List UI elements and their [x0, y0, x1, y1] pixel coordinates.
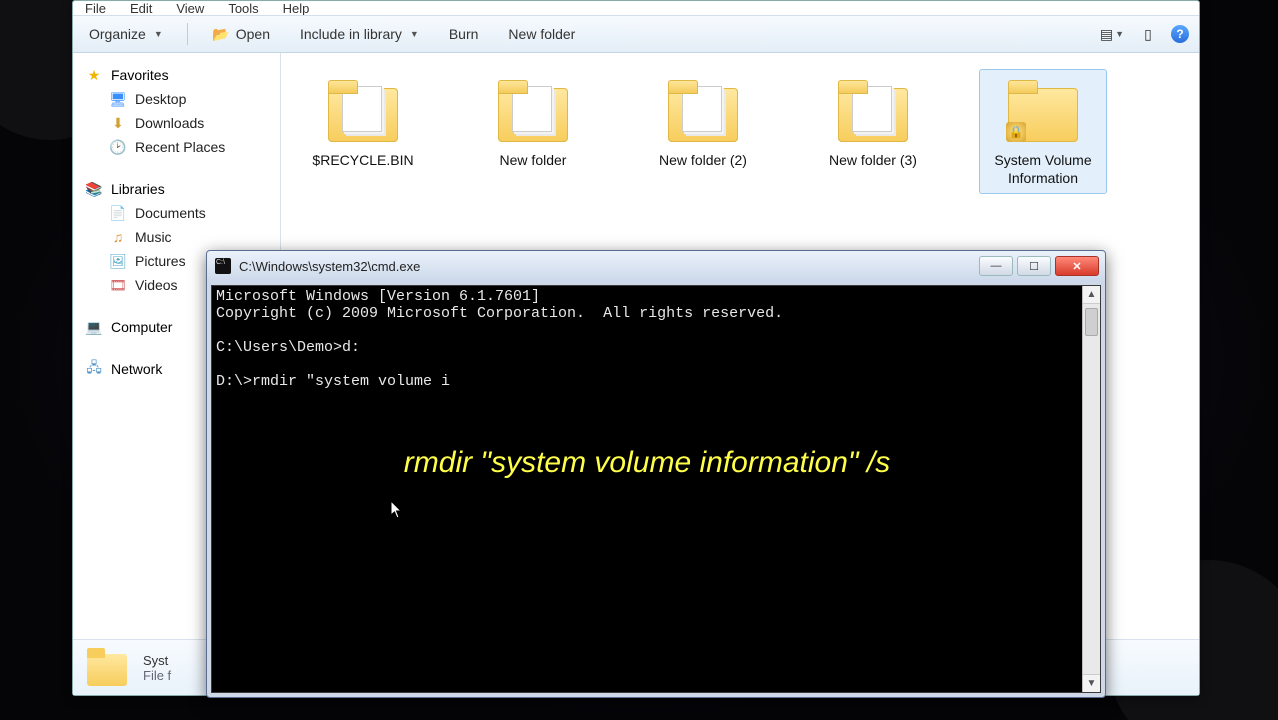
libraries-icon: 📚	[85, 180, 103, 198]
computer-icon: 💻	[85, 318, 103, 336]
folder-item[interactable]: New folder	[469, 69, 597, 194]
folder-item[interactable]: $RECYCLE.BIN	[299, 69, 427, 194]
documents-icon: 📄	[109, 204, 127, 222]
folder-item[interactable]: New folder (2)	[639, 69, 767, 194]
help-button[interactable]: ?	[1171, 25, 1189, 43]
caption-overlay: rmdir "system volume information" /s	[212, 446, 1082, 480]
burn-label: Burn	[449, 26, 479, 42]
music-icon: ♫	[109, 228, 127, 246]
favorites-label: Favorites	[111, 67, 169, 83]
sidebar-libraries-head[interactable]: 📚 Libraries	[73, 177, 280, 201]
folder-item-label: New folder (2)	[659, 152, 747, 170]
folder-icon	[490, 76, 576, 146]
sidebar-item-label: Documents	[135, 205, 206, 221]
desktop-icon: 🖥	[109, 90, 127, 108]
folder-icon: 🔒	[1000, 76, 1086, 146]
mouse-cursor-icon	[390, 500, 404, 520]
toolbar: Organize ▼ 📂 Open Include in library ▼ B…	[73, 15, 1199, 53]
chevron-down-icon: ▼	[410, 29, 419, 39]
chevron-down-icon: ▼	[154, 29, 163, 39]
new-folder-button[interactable]: New folder	[502, 22, 581, 46]
view-grid-icon: ▤	[1100, 26, 1113, 43]
view-mode-button[interactable]: ▤ ▼	[1099, 23, 1125, 45]
open-button[interactable]: 📂 Open	[206, 21, 276, 47]
sidebar-item-label: Recent Places	[135, 139, 225, 155]
network-label: Network	[111, 361, 162, 377]
sidebar-item-desktop[interactable]: 🖥 Desktop	[73, 87, 280, 111]
menu-view[interactable]: View	[176, 1, 204, 15]
folder-item-label: New folder	[500, 152, 567, 170]
scroll-up-arrow-icon[interactable]: ▲	[1083, 286, 1100, 304]
folder-icon	[320, 76, 406, 146]
cmd-app-icon	[215, 258, 231, 274]
folder-icon	[85, 648, 129, 688]
open-label: Open	[236, 26, 270, 42]
pictures-icon: 🖼	[109, 252, 127, 270]
sidebar-item-label: Music	[135, 229, 172, 245]
libraries-label: Libraries	[111, 181, 165, 197]
details-name: Syst	[143, 653, 171, 668]
sidebar-item-label: Desktop	[135, 91, 186, 107]
open-icon: 📂	[212, 25, 230, 43]
sidebar-item-label: Videos	[135, 277, 178, 293]
folder-item[interactable]: 🔒 System Volume Information	[979, 69, 1107, 194]
sidebar-item-label: Pictures	[135, 253, 186, 269]
separator	[187, 23, 188, 45]
folder-icon	[830, 76, 916, 146]
preview-pane-icon: ▯	[1144, 26, 1152, 43]
menu-bar: File Edit View Tools Help	[73, 1, 1199, 15]
scrollbar-vertical[interactable]: ▲ ▼	[1082, 286, 1100, 692]
folder-item-label: System Volume Information	[986, 152, 1100, 187]
organize-button[interactable]: Organize ▼	[83, 22, 169, 46]
minimize-button[interactable]: —	[979, 256, 1013, 276]
console-area[interactable]: Microsoft Windows [Version 6.1.7601] Cop…	[211, 285, 1101, 693]
downloads-icon: ⬇	[109, 114, 127, 132]
sidebar-favorites-head[interactable]: ★ Favorites	[73, 63, 280, 87]
menu-tools[interactable]: Tools	[228, 1, 258, 15]
sidebar-item-downloads[interactable]: ⬇ Downloads	[73, 111, 280, 135]
organize-label: Organize	[89, 26, 146, 42]
star-icon: ★	[85, 66, 103, 84]
maximize-button[interactable]: ☐	[1017, 256, 1051, 276]
console-output: Microsoft Windows [Version 6.1.7601] Cop…	[212, 286, 1082, 692]
sidebar-item-label: Downloads	[135, 115, 204, 131]
network-icon: 🖧	[85, 360, 103, 378]
cmd-titlebar[interactable]: C:\Windows\system32\cmd.exe — ☐ ✕	[207, 251, 1105, 281]
lock-icon: 🔒	[1006, 122, 1026, 142]
scroll-down-arrow-icon[interactable]: ▼	[1083, 674, 1100, 692]
sidebar-item-documents[interactable]: 📄 Documents	[73, 201, 280, 225]
computer-label: Computer	[111, 319, 172, 335]
recent-icon: 🕑	[109, 138, 127, 156]
menu-edit[interactable]: Edit	[130, 1, 152, 15]
folder-item-label: New folder (3)	[829, 152, 917, 170]
cmd-window: C:\Windows\system32\cmd.exe — ☐ ✕ Micros…	[206, 250, 1106, 698]
scroll-thumb[interactable]	[1085, 308, 1098, 336]
new-folder-label: New folder	[508, 26, 575, 42]
preview-pane-button[interactable]: ▯	[1135, 23, 1161, 45]
menu-file[interactable]: File	[85, 1, 106, 15]
sidebar-item-recent-places[interactable]: 🕑 Recent Places	[73, 135, 280, 159]
menu-help[interactable]: Help	[283, 1, 310, 15]
folder-item-label: $RECYCLE.BIN	[312, 152, 413, 170]
burn-button[interactable]: Burn	[443, 22, 485, 46]
cmd-title: C:\Windows\system32\cmd.exe	[239, 259, 420, 274]
chevron-down-icon: ▼	[1115, 29, 1124, 39]
sidebar-item-music[interactable]: ♫ Music	[73, 225, 280, 249]
videos-icon: 🎞	[109, 276, 127, 294]
folder-item[interactable]: New folder (3)	[809, 69, 937, 194]
include-in-library-button[interactable]: Include in library ▼	[294, 22, 425, 46]
include-label: Include in library	[300, 26, 402, 42]
folder-icon	[660, 76, 746, 146]
close-button[interactable]: ✕	[1055, 256, 1099, 276]
details-type: File f	[143, 668, 171, 683]
